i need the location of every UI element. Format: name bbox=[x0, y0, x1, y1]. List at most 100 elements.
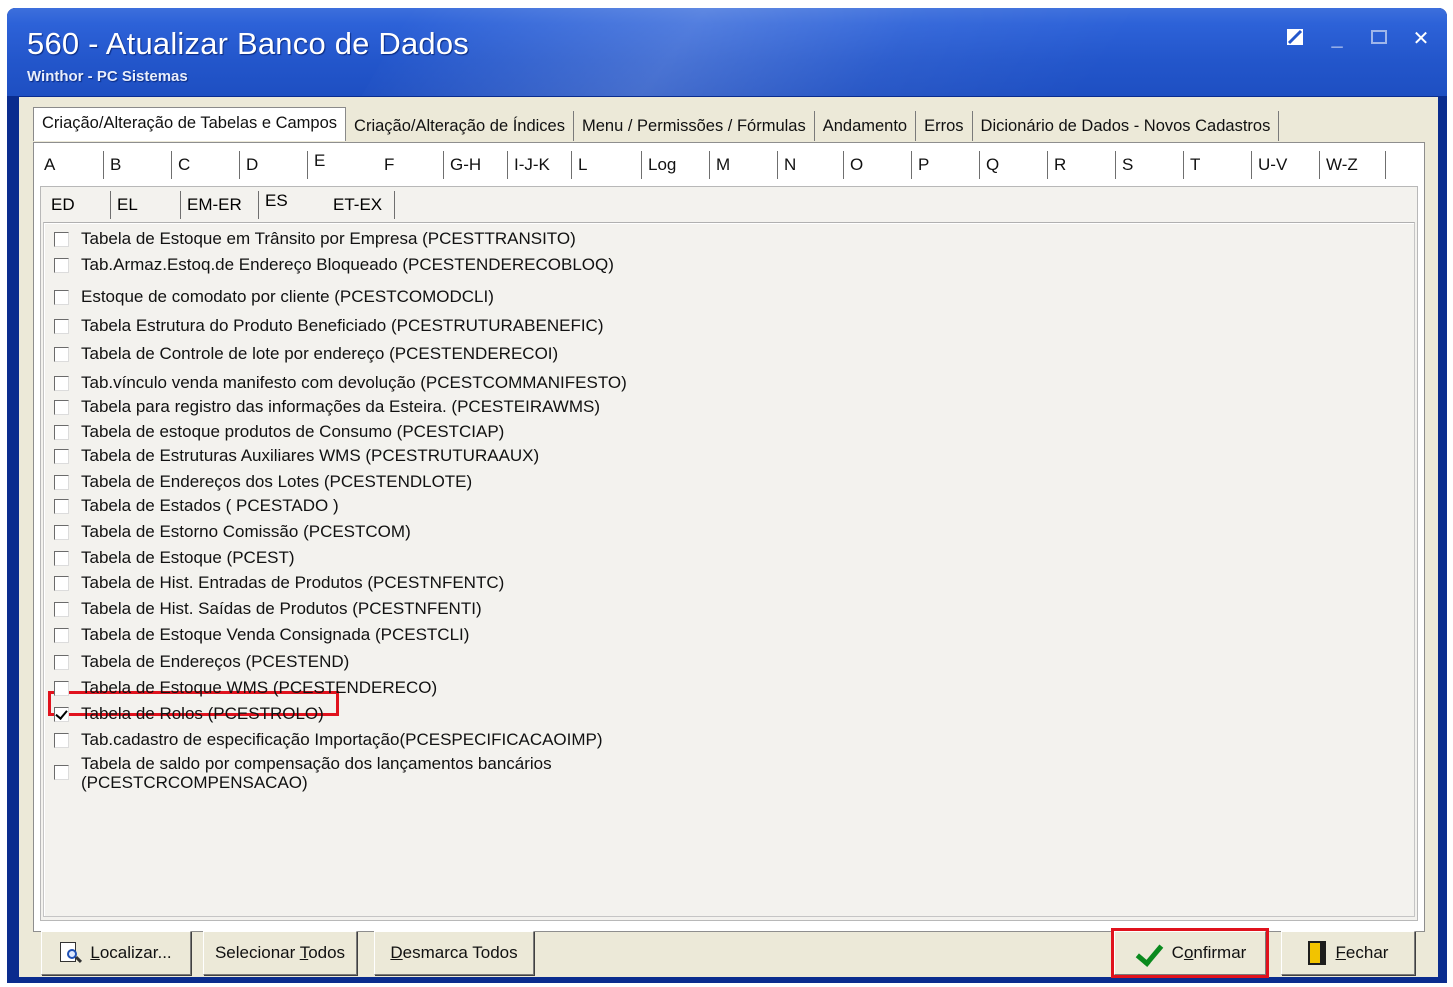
desmarca-todos-button[interactable]: Desmarca Todos bbox=[374, 931, 534, 975]
list-item[interactable]: Tabela de Rolos (PCESTROLO) bbox=[54, 703, 324, 725]
checkmark-icon bbox=[1134, 940, 1164, 966]
list-item[interactable]: Tabela de Estoque (PCEST) bbox=[54, 547, 295, 569]
checkbox[interactable] bbox=[54, 602, 69, 617]
checkbox[interactable] bbox=[54, 425, 69, 440]
letter-tab-q[interactable]: Q bbox=[980, 151, 1048, 179]
tab-criacao-alteracao-de-indices[interactable]: Criação/Alteração de Índices bbox=[346, 111, 574, 141]
letter-tab-a[interactable]: A bbox=[38, 151, 104, 179]
list-item[interactable]: Tabela de Estoque em Trânsito por Empres… bbox=[54, 228, 576, 250]
tab-menu-permissoes-formulas[interactable]: Menu / Permissões / Fórmulas bbox=[574, 111, 815, 141]
checkbox[interactable] bbox=[54, 319, 69, 334]
minimize-icon[interactable]: _ bbox=[1325, 28, 1349, 50]
tab-andamento[interactable]: Andamento bbox=[815, 111, 917, 141]
sub-tab-ed[interactable]: ED bbox=[45, 191, 111, 219]
localizar-label: Localizar... bbox=[90, 943, 172, 962]
checkbox[interactable] bbox=[54, 400, 69, 415]
checkbox[interactable] bbox=[54, 475, 69, 490]
letter-tab-l[interactable]: L bbox=[572, 151, 642, 179]
localizar-button[interactable]: Localizar... bbox=[41, 931, 191, 975]
list-item[interactable]: Estoque de comodato por cliente (PCESTCO… bbox=[54, 286, 494, 308]
letter-tab-n[interactable]: N bbox=[778, 151, 844, 179]
tab-erros[interactable]: Erros bbox=[916, 111, 973, 141]
item-label-line: Tabela de Hist. Saídas de Produtos (PCES… bbox=[81, 599, 482, 618]
list-item[interactable]: Tabela Estrutura do Produto Beneficiado … bbox=[54, 315, 603, 337]
checkbox[interactable] bbox=[54, 576, 69, 591]
confirmar-button[interactable]: Confirmar bbox=[1114, 931, 1266, 975]
list-item[interactable]: Tabela de saldo por compensação dos lanç… bbox=[54, 754, 552, 792]
title-bar[interactable]: 560 - Atualizar Banco de Dados Winthor -… bbox=[7, 8, 1447, 96]
checkbox[interactable] bbox=[54, 258, 69, 273]
list-item[interactable]: Tabela de Estoque WMS (PCESTENDERECO) bbox=[54, 677, 437, 699]
item-label: Tab.Armaz.Estoq.de Endereço Bloqueado (P… bbox=[81, 254, 614, 276]
letter-tab-u-v[interactable]: U-V bbox=[1252, 151, 1320, 179]
sub-tab-em-er[interactable]: EM-ER bbox=[181, 191, 259, 219]
list-item[interactable]: Tabela de Estruturas Auxiliares WMS (PCE… bbox=[54, 445, 539, 467]
list-item[interactable]: Tab.Armaz.Estoq.de Endereço Bloqueado (P… bbox=[54, 254, 614, 276]
list-item[interactable]: Tabela de Hist. Saídas de Produtos (PCES… bbox=[54, 598, 482, 620]
letter-tab-log[interactable]: Log bbox=[642, 151, 710, 179]
list-item[interactable]: Tabela de estoque produtos de Consumo (P… bbox=[54, 421, 504, 443]
item-label-line: Tabela para registro das informações da … bbox=[81, 397, 601, 416]
item-label-line: Tabela de Controle de lote por endereço … bbox=[81, 344, 559, 363]
list-item[interactable]: Tabela de Estorno Comissão (PCESTCOM) bbox=[54, 521, 411, 543]
letter-tab-e[interactable]: E bbox=[308, 147, 378, 175]
list-item[interactable]: Tabela de Hist. Entradas de Produtos (PC… bbox=[54, 572, 504, 594]
tab-dicionario-de-dados-novos-cadastros[interactable]: Dicionário de Dados - Novos Cadastros bbox=[973, 111, 1280, 141]
fechar-button[interactable]: Fechar bbox=[1281, 931, 1415, 975]
item-label: Tabela de estoque produtos de Consumo (P… bbox=[81, 421, 504, 443]
letter-tab-r[interactable]: R bbox=[1048, 151, 1116, 179]
sub-tab-et-ex[interactable]: ET-EX bbox=[327, 191, 395, 219]
letter-tab-f[interactable]: F bbox=[378, 151, 444, 179]
letter-tab-m[interactable]: M bbox=[710, 151, 778, 179]
checkbox[interactable] bbox=[54, 655, 69, 670]
list-item[interactable]: Tabela de Endereços (PCESTEND) bbox=[54, 651, 349, 673]
checkbox[interactable] bbox=[54, 681, 69, 696]
checkbox[interactable] bbox=[54, 551, 69, 566]
letter-tab-t[interactable]: T bbox=[1184, 151, 1252, 179]
checkbox[interactable] bbox=[54, 628, 69, 643]
checkbox[interactable] bbox=[54, 449, 69, 464]
item-label-line: Tab.cadastro de especificação Importação… bbox=[81, 730, 603, 749]
checkbox-checked[interactable] bbox=[54, 707, 69, 722]
sub-tab-el[interactable]: EL bbox=[111, 191, 181, 219]
maximize-icon[interactable] bbox=[1367, 28, 1391, 50]
checkbox[interactable] bbox=[54, 765, 69, 780]
item-label: Tabela de Estoque WMS (PCESTENDERECO) bbox=[81, 677, 437, 699]
checkbox[interactable] bbox=[54, 733, 69, 748]
close-icon[interactable]: ✕ bbox=[1409, 28, 1433, 50]
checkbox[interactable] bbox=[54, 499, 69, 514]
list-item[interactable]: Tabela de Estoque Venda Consignada (PCES… bbox=[54, 624, 469, 646]
letter-tab-p[interactable]: P bbox=[912, 151, 980, 179]
checkbox[interactable] bbox=[54, 525, 69, 540]
item-label: Tabela de Estruturas Auxiliares WMS (PCE… bbox=[81, 445, 539, 467]
letter-tab-o[interactable]: O bbox=[844, 151, 912, 179]
item-label-line: Tab.Armaz.Estoq.de Endereço Bloqueado (P… bbox=[81, 255, 614, 274]
item-label: Tabela de Estados ( PCESTADO ) bbox=[81, 495, 339, 517]
list-item[interactable]: Tabela de Controle de lote por endereço … bbox=[54, 343, 558, 365]
letter-tab-w-z[interactable]: W-Z bbox=[1320, 151, 1386, 179]
list-item[interactable]: Tabela de Endereços dos Lotes (PCESTENDL… bbox=[54, 471, 472, 493]
list-item[interactable]: Tabela para registro das informações da … bbox=[54, 396, 600, 418]
help-icon[interactable] bbox=[1283, 28, 1307, 50]
item-label: Tabela de Endereços (PCESTEND) bbox=[81, 651, 349, 673]
sub-tab-es[interactable]: ES bbox=[259, 187, 327, 215]
find-icon bbox=[60, 942, 83, 964]
letter-tab-s[interactable]: S bbox=[1116, 151, 1184, 179]
letter-tab-c[interactable]: C bbox=[172, 151, 240, 179]
list-item[interactable]: Tab.vínculo venda manifesto com devoluçã… bbox=[54, 372, 627, 394]
checkbox[interactable] bbox=[54, 232, 69, 247]
checkbox[interactable] bbox=[54, 347, 69, 362]
letter-tab-d[interactable]: D bbox=[240, 151, 308, 179]
letter-tab-i-j-k[interactable]: I-J-K bbox=[508, 151, 572, 179]
list-item[interactable]: Tabela de Estados ( PCESTADO ) bbox=[54, 495, 339, 517]
tab-criacao-alteracao-de-tabelas-e-campos[interactable]: Criação/Alteração de Tabelas e Campos bbox=[33, 107, 347, 141]
item-label-line: Tabela de Estados ( PCESTADO ) bbox=[81, 496, 339, 515]
sub-tabs: ED EL EM-ER ES ET-EX bbox=[45, 191, 395, 221]
list-item[interactable]: Tab.cadastro de especificação Importação… bbox=[54, 729, 603, 751]
letter-tab-g-h[interactable]: G-H bbox=[444, 151, 508, 179]
checkbox[interactable] bbox=[54, 376, 69, 391]
item-label-line-2: (PCESTCRCOMPENSACAO) bbox=[81, 773, 308, 792]
checkbox[interactable] bbox=[54, 290, 69, 305]
letter-tab-b[interactable]: B bbox=[104, 151, 172, 179]
selecionar-todos-button[interactable]: Selecionar Todos bbox=[203, 931, 357, 975]
